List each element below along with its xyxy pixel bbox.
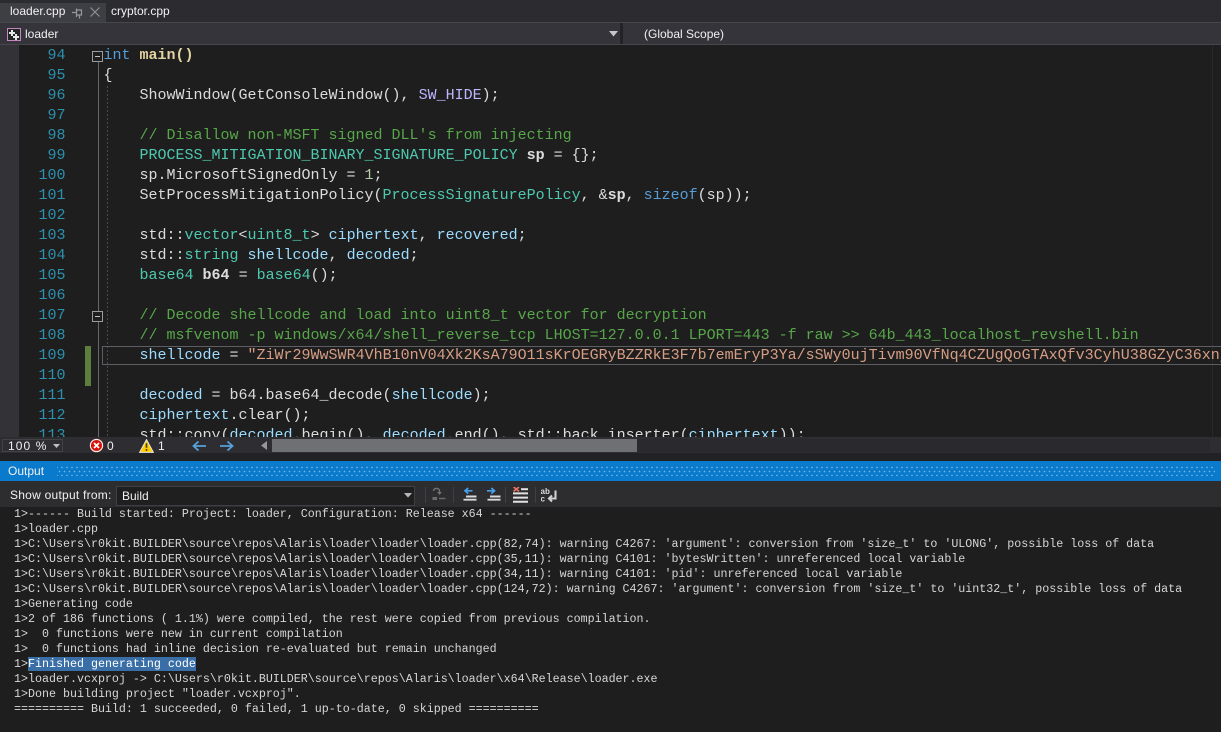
svg-text:c: c (541, 495, 546, 504)
